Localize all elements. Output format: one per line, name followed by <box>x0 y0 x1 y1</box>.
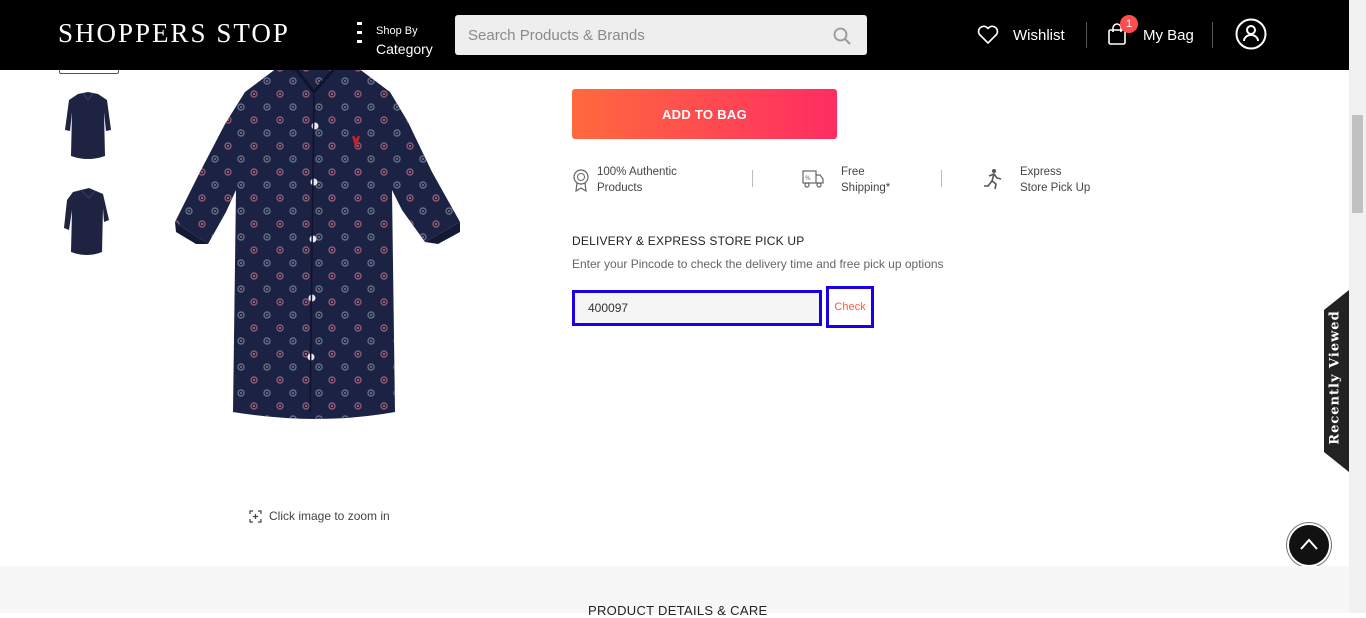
running-person-icon <box>984 169 1002 190</box>
header-divider <box>1212 22 1213 48</box>
feature-divider <box>752 170 753 187</box>
account-icon[interactable] <box>1235 18 1267 50</box>
pincode-field-wrapper <box>572 290 822 326</box>
feature-line2: Products <box>597 182 643 194</box>
product-details-heading[interactable]: PRODUCT DETAILS & CARE <box>588 603 768 618</box>
product-thumbnail[interactable] <box>59 90 117 162</box>
add-to-bag-button[interactable]: ADD TO BAG <box>572 89 837 139</box>
product-thumbnail[interactable] <box>59 186 117 258</box>
feature-line2: Store Pick Up <box>1020 182 1091 194</box>
pincode-input[interactable] <box>575 293 819 323</box>
page-scrollbar[interactable] <box>1349 0 1366 613</box>
zoom-hint-text: Click image to zoom in <box>269 509 390 523</box>
wishlist-label: Wishlist <box>1013 27 1065 44</box>
delivery-truck-icon: % <box>802 170 824 188</box>
menu-icon <box>356 22 364 46</box>
award-badge-icon <box>573 169 589 192</box>
site-logo[interactable]: SHOPPERS STOP <box>58 18 290 49</box>
svg-text:%: % <box>805 175 811 182</box>
search-icon[interactable] <box>833 27 851 45</box>
scrollbar-thumb[interactable] <box>1352 115 1363 213</box>
delivery-title: DELIVERY & EXPRESS STORE PICK UP <box>572 234 805 248</box>
feature-divider <box>941 170 942 187</box>
feature-line1: Free <box>841 166 865 178</box>
shop-by-label: Shop By <box>376 25 418 37</box>
recently-viewed-label: Recently Viewed <box>1327 310 1343 445</box>
search-input[interactable] <box>455 15 828 55</box>
recently-viewed-tab[interactable]: Recently Viewed <box>1324 290 1349 472</box>
feature-line1: Express <box>1020 166 1062 178</box>
feature-line2: Shipping* <box>841 182 891 194</box>
zoom-icon <box>249 510 262 523</box>
product-main-image[interactable] <box>170 62 465 424</box>
heart-icon <box>977 25 999 44</box>
category-label: Category <box>376 41 433 57</box>
bag-count-badge: 1 <box>1120 15 1138 33</box>
site-header: SHOPPERS STOP Shop By Category Wishlist … <box>0 0 1349 70</box>
check-pincode-button[interactable]: Check <box>826 286 874 328</box>
bag-label: My Bag <box>1143 27 1194 44</box>
chevron-up-icon <box>1300 538 1318 550</box>
back-to-top-button[interactable] <box>1289 525 1329 565</box>
search-bar <box>455 15 867 55</box>
feature-line1: 100% Authentic <box>597 166 677 178</box>
header-divider <box>1086 22 1087 48</box>
delivery-subtitle: Enter your Pincode to check the delivery… <box>572 257 944 271</box>
